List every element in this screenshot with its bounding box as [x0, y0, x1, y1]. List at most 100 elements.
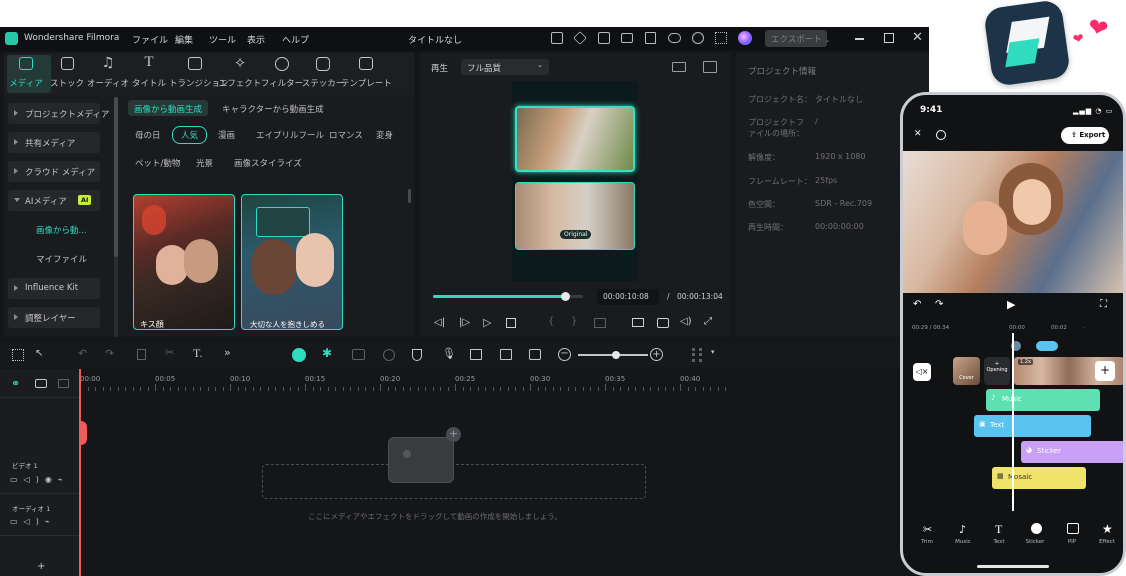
pip-icon[interactable] [1067, 523, 1079, 534]
avatar[interactable] [738, 31, 752, 45]
category-chip[interactable]: 母の日 [135, 129, 161, 141]
timeline-ruler[interactable]: 00:00 00:05 00:10 00:15 00:20 00:25 00:30 00:35… [80, 369, 730, 391]
redo-icon[interactable]: ↷ [105, 347, 114, 360]
motion-track-icon[interactable] [383, 349, 395, 361]
settings-icon[interactable] [936, 130, 946, 140]
next-frame-icon[interactable]: |▷ [459, 317, 470, 328]
tab-filter[interactable]: フィルター [260, 77, 304, 89]
sticker-clip[interactable]: ◕ Sticker [1021, 441, 1123, 463]
fit-timeline-icon[interactable] [529, 349, 541, 360]
tab-media[interactable]: メディア [4, 77, 48, 89]
sidebar-item-shared-media[interactable]: 共有メディア [8, 132, 100, 153]
play-icon[interactable]: ▶ [1007, 298, 1015, 311]
add-track-icon[interactable] [35, 379, 47, 388]
zoom-out-icon[interactable]: − [558, 348, 571, 361]
speech-to-text-icon[interactable] [470, 349, 482, 360]
minimize-icon[interactable] [855, 38, 864, 40]
effect-icon[interactable]: ★ [1102, 522, 1113, 536]
audio-stretch-icon[interactable] [352, 349, 365, 360]
auto-caption-icon[interactable] [500, 349, 512, 360]
playhead[interactable] [79, 369, 81, 576]
sidebar-item-image-to-video[interactable]: 画像から動... [36, 224, 87, 236]
playback-progress[interactable] [433, 292, 583, 301]
shield-icon[interactable] [412, 349, 422, 361]
music-clip[interactable]: ♪Music [986, 389, 1100, 411]
menu-help[interactable]: ヘルプ [282, 33, 309, 46]
mark-out-icon[interactable]: } [571, 316, 577, 327]
cover-thumbnail[interactable]: Cover [953, 357, 980, 385]
play-icon[interactable]: ▷ [483, 316, 491, 329]
fullscreen-icon[interactable]: ⤢ [704, 316, 712, 327]
gift-icon[interactable] [551, 32, 563, 44]
prev-frame-icon[interactable]: ◁| [434, 317, 445, 328]
select-tool-icon[interactable]: ↖ [35, 348, 43, 359]
menu-tools[interactable]: ツール [209, 33, 236, 46]
close-icon[interactable]: ✕ [914, 129, 922, 139]
add-clip-icon[interactable]: + [1095, 361, 1115, 381]
menu-view[interactable]: 表示 [247, 33, 265, 46]
mosaic-clip[interactable]: ▦ Mosaic [992, 467, 1086, 489]
template-thumbnail-kiss[interactable]: キス顔 [133, 194, 235, 330]
trim-icon[interactable]: ✂ [923, 523, 932, 536]
text-tool-icon[interactable]: T. [193, 346, 202, 361]
clip-marker-icon[interactable] [594, 318, 606, 328]
category-chip[interactable]: 光景 [196, 157, 213, 169]
phone-playhead[interactable] [1012, 333, 1014, 511]
menu-edit[interactable]: 編集 [175, 33, 193, 46]
feedback-icon[interactable] [598, 32, 610, 44]
playhead-handle[interactable] [79, 421, 87, 445]
progress-handle[interactable] [561, 292, 570, 301]
sidebar-item-cloud-media[interactable]: クラウド メディア [8, 161, 100, 182]
zoom-in-icon[interactable]: + [650, 348, 663, 361]
volume-icon[interactable]: ◁) [680, 316, 692, 327]
link-icon[interactable]: ⚭ [11, 377, 20, 390]
tab-title[interactable]: タイトル [127, 77, 171, 89]
grid-icon[interactable] [715, 32, 727, 44]
mute-icon[interactable]: ◁× [913, 363, 931, 381]
sidebar-item-influence-kit[interactable]: Influence Kit [8, 278, 100, 299]
quality-select[interactable]: フル品質 ⌄ [461, 59, 549, 75]
undo-icon[interactable]: ↶ [913, 299, 921, 310]
tab-effects[interactable]: エフェクト [218, 77, 262, 89]
category-chip[interactable]: 画像スタイライズ [234, 157, 302, 169]
zoom-slider[interactable] [578, 351, 648, 359]
category-chip[interactable]: 漫画 [218, 129, 235, 141]
tab-audio[interactable]: オーディオ [86, 77, 130, 89]
export-button[interactable]: エクスポート ⌄ [765, 30, 830, 47]
redo-icon[interactable]: ↷ [935, 299, 943, 310]
snapshot-image-icon[interactable] [703, 61, 717, 73]
sidebar-item-ai-media[interactable]: AIメディア AI [8, 190, 100, 211]
sticker-icon[interactable] [1031, 523, 1042, 534]
keyframe-thumb[interactable] [1036, 341, 1058, 351]
zoom-slider-handle[interactable] [612, 351, 620, 359]
category-chip[interactable]: 変身 [376, 129, 393, 141]
category-chip[interactable]: ペット/動物 [135, 157, 180, 169]
opening-button[interactable]: + Opening [984, 357, 1010, 385]
sidebar-scrollbar[interactable] [114, 97, 118, 337]
text-clip[interactable]: ▣ Text [974, 415, 1091, 437]
headset-icon[interactable] [692, 32, 704, 44]
mark-in-icon[interactable]: { [548, 316, 554, 327]
stop-icon[interactable] [506, 318, 516, 328]
category-chip[interactable]: エイプリルフール [256, 129, 324, 141]
cut-icon[interactable]: ✂ [165, 346, 174, 359]
ai-mate-icon[interactable] [292, 348, 306, 362]
more-tools-icon[interactable]: » [224, 346, 231, 359]
magic-split-icon[interactable]: ✱ [322, 346, 332, 360]
monitor-icon[interactable] [621, 33, 633, 43]
category-chip[interactable]: ロマンス [329, 129, 363, 141]
delete-icon[interactable] [137, 349, 146, 360]
audio-track-controls[interactable]: ▭◁)⌁ [10, 517, 56, 526]
send-icon[interactable] [573, 31, 587, 45]
sidebar-item-my-files[interactable]: マイファイル [36, 253, 87, 265]
category-chip-active[interactable]: 人気 [172, 126, 208, 144]
template-thumbnail-hug[interactable]: 大切な人を抱きしめる [241, 194, 343, 330]
track-options-icon[interactable] [692, 348, 702, 362]
export-button[interactable]: ⇪ Export [1061, 127, 1109, 144]
media-scrollbar[interactable] [408, 189, 411, 203]
display-icon[interactable] [632, 318, 644, 327]
tab-stock[interactable]: ストック [45, 77, 89, 89]
camera-icon[interactable] [657, 318, 669, 328]
drop-zone[interactable] [262, 464, 646, 499]
add-icon[interactable]: + [37, 561, 45, 572]
